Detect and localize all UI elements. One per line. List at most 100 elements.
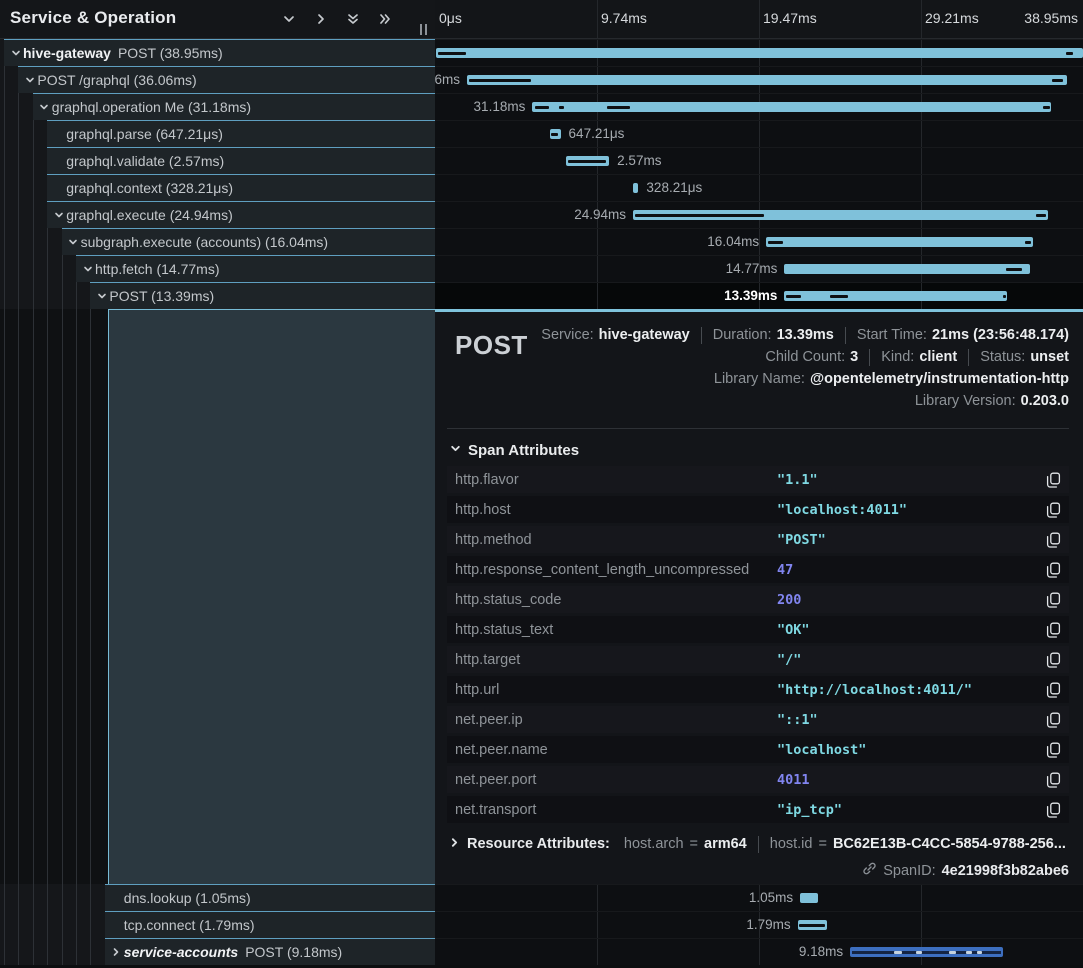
span-bar[interactable]: [550, 129, 561, 139]
span-timeline-row[interactable]: 24.94ms: [435, 201, 1083, 228]
attribute-value: "POST": [777, 532, 1044, 548]
attribute-value: "::1": [777, 712, 1044, 728]
attribute-key: http.method: [455, 532, 777, 548]
span-tree-row[interactable]: tcp.connect (1.79ms): [0, 911, 435, 938]
attribute-row: net.peer.port 4011: [447, 766, 1069, 793]
span-timeline-row[interactable]: 31.18ms: [435, 93, 1083, 120]
copy-icon[interactable]: [1044, 590, 1063, 610]
span-bar[interactable]: [784, 264, 1030, 274]
span-bar[interactable]: [850, 947, 1003, 957]
copy-icon[interactable]: [1044, 680, 1063, 700]
span-timeline-row[interactable]: 38.95ms: [435, 39, 1083, 66]
span-timeline-row[interactable]: 36.06ms: [435, 66, 1083, 93]
span-timeline-row[interactable]: 647.21μs: [435, 120, 1083, 147]
panel-resize-handle[interactable]: [420, 24, 427, 35]
copy-icon[interactable]: [1044, 770, 1063, 790]
span-row: graphql.execute (24.94ms) 24.94ms: [0, 201, 1083, 228]
span-timeline-row[interactable]: 14.77ms: [435, 255, 1083, 282]
span-service-name: service-accounts: [124, 944, 238, 960]
span-bar[interactable]: [566, 156, 609, 166]
span-toggle-icon[interactable]: [80, 262, 95, 277]
span-tree-row[interactable]: dns.lookup (1.05ms): [0, 884, 435, 911]
overview-field-value: 13.39ms: [777, 327, 834, 343]
span-toggle-icon[interactable]: [51, 208, 66, 223]
tree-header: Service & Operation: [0, 0, 435, 38]
copy-icon[interactable]: [1044, 740, 1063, 760]
double-chevron-right-icon[interactable]: [376, 10, 393, 27]
copy-icon[interactable]: [1044, 650, 1063, 670]
span-timeline-row[interactable]: 13.39ms: [435, 282, 1083, 309]
span-bar[interactable]: [633, 183, 638, 193]
span-bar[interactable]: [784, 291, 1007, 301]
attribute-row: net.transport "ip_tcp": [447, 796, 1069, 823]
attribute-row: http.target "/": [447, 646, 1069, 673]
link-icon[interactable]: [862, 861, 877, 881]
span-bar[interactable]: [633, 210, 1048, 220]
span-toggle-icon[interactable]: [109, 945, 124, 960]
span-toggle-icon[interactable]: [66, 235, 81, 250]
span-toggle-icon[interactable]: [22, 73, 37, 88]
span-toggle-icon[interactable]: [94, 289, 109, 304]
span-tree-row[interactable]: graphql.parse (647.21μs): [0, 120, 435, 147]
span-tree-row[interactable]: service-accounts POST (9.18ms): [0, 938, 435, 965]
span-tree-row[interactable]: POST (13.39ms): [0, 282, 435, 309]
span-tree-row[interactable]: graphql.context (328.21μs): [0, 174, 435, 201]
span-row: graphql.parse (647.21μs) 647.21μs: [0, 120, 1083, 147]
resource-attribute-value: arm64: [704, 836, 747, 852]
span-overview: Service:hive-gatewayDuration:13.39msStar…: [528, 324, 1069, 412]
span-bar[interactable]: [532, 102, 1051, 112]
chevron-down-icon[interactable]: [280, 10, 297, 27]
span-row: service-accounts POST (9.18ms) 9.18ms: [0, 938, 1083, 965]
attribute-key: net.peer.port: [455, 772, 777, 788]
attribute-value: 47: [777, 562, 1044, 578]
resource-attributes-row[interactable]: Resource Attributes: host.arch=arm64host…: [449, 835, 1069, 853]
span-duration-label: 16.04ms: [707, 234, 759, 249]
copy-icon[interactable]: [1044, 560, 1063, 580]
copy-icon[interactable]: [1044, 710, 1063, 730]
span-row: POST (13.39ms) 13.39ms: [0, 282, 1083, 309]
span-tree-row[interactable]: http.fetch (14.77ms): [0, 255, 435, 282]
span-tree-row[interactable]: subgraph.execute (accounts) (16.04ms): [0, 228, 435, 255]
span-timeline-row[interactable]: 9.18ms: [435, 938, 1083, 965]
span-tree-row[interactable]: graphql.execute (24.94ms): [0, 201, 435, 228]
attribute-row: http.response_content_length_uncompresse…: [447, 556, 1069, 583]
attribute-row: net.peer.name "localhost": [447, 736, 1069, 763]
span-bar[interactable]: [467, 75, 1067, 85]
span-id-value: 4e21998f3b82abe6: [942, 863, 1069, 879]
double-chevron-down-icon[interactable]: [344, 10, 361, 27]
copy-icon[interactable]: [1044, 500, 1063, 520]
span-tree-row[interactable]: graphql.operation Me (31.18ms): [0, 93, 435, 120]
span-bar[interactable]: [800, 893, 817, 903]
attribute-value: "ip_tcp": [777, 802, 1044, 818]
span-tree-row[interactable]: POST /graphql (36.06ms): [0, 66, 435, 93]
copy-icon[interactable]: [1044, 620, 1063, 640]
span-timeline-row[interactable]: 2.57ms: [435, 147, 1083, 174]
overview-field-value: 3: [850, 349, 858, 365]
chevron-right-icon[interactable]: [312, 10, 329, 27]
resource-attribute-key: host.id: [770, 836, 813, 852]
span-operation-label: POST (38.95ms): [118, 45, 223, 61]
span-bar[interactable]: [798, 920, 828, 930]
span-operation-label: graphql.operation Me (31.18ms): [52, 99, 251, 115]
copy-icon[interactable]: [1044, 470, 1063, 490]
copy-icon[interactable]: [1044, 800, 1063, 820]
span-bar[interactable]: [766, 237, 1033, 247]
copy-icon[interactable]: [1044, 530, 1063, 550]
span-tree-row[interactable]: graphql.validate (2.57ms): [0, 147, 435, 174]
span-timeline-row[interactable]: 16.04ms: [435, 228, 1083, 255]
span-bar[interactable]: [436, 48, 1083, 58]
span-row: POST /graphql (36.06ms) 36.06ms: [0, 66, 1083, 93]
span-timeline-row[interactable]: 328.21μs: [435, 174, 1083, 201]
span-toggle-icon[interactable]: [8, 46, 23, 61]
span-tree-row[interactable]: hive-gateway POST (38.95ms): [0, 39, 435, 66]
span-attributes-toggle[interactable]: Span Attributes: [450, 441, 1069, 459]
span-row: dns.lookup (1.05ms) 1.05ms: [0, 884, 1083, 911]
attribute-key: http.target: [455, 652, 777, 668]
span-timeline-row[interactable]: 1.05ms: [435, 884, 1083, 911]
span-toggle-icon[interactable]: [37, 100, 52, 115]
span-operation-label: subgraph.execute (accounts) (16.04ms): [81, 234, 328, 250]
attribute-key: http.host: [455, 502, 777, 518]
span-timeline-row[interactable]: 1.79ms: [435, 911, 1083, 938]
attribute-value: "http://localhost:4011/": [777, 682, 1044, 698]
timeline-tick: 29.21ms: [925, 10, 979, 26]
